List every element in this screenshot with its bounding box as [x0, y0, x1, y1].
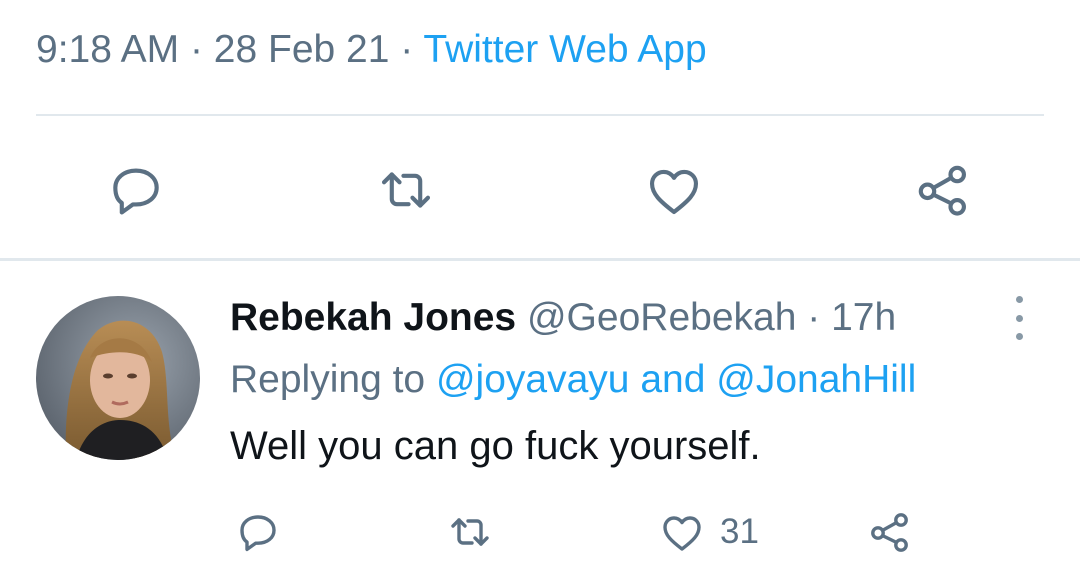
reply-header: Rebekah Jones @GeoRebekah · 17h [230, 290, 896, 346]
dot [1015, 314, 1023, 322]
like-button[interactable] [634, 150, 714, 230]
reply-icon [113, 168, 159, 215]
meta-separator: · [400, 28, 414, 71]
author-handle[interactable]: @GeoRebekah [527, 296, 796, 339]
tweet-action-bar [0, 150, 1080, 230]
share-icon [918, 165, 966, 216]
reply-timestamp[interactable]: 17h [831, 296, 896, 339]
replying-prefix: Replying to [230, 358, 426, 401]
mention-conjunction: and [640, 358, 706, 401]
share-icon [871, 513, 908, 552]
dot [1015, 296, 1023, 303]
author-name[interactable]: Rebekah Jones [230, 296, 516, 339]
share-button[interactable] [903, 150, 983, 230]
reply-reply-button[interactable] [234, 500, 282, 564]
reply-like-button[interactable]: 31 [658, 500, 759, 564]
reply-action-bar: 31 [0, 500, 1080, 564]
replying-to-line: Replying to @joyavayu and @JonahHill [230, 352, 916, 408]
dot [1015, 333, 1023, 340]
tweet-source-link[interactable]: Twitter Web App [423, 28, 706, 71]
header-separator: · [807, 296, 821, 339]
retweet-icon [451, 518, 489, 546]
like-icon [649, 169, 699, 215]
mention-jonahhill[interactable]: @JonahHill [716, 358, 916, 401]
reply-share-button[interactable] [866, 500, 914, 564]
reply-text: Well you can go fuck yourself. [230, 424, 761, 468]
tweet-date: 28 Feb 21 [213, 28, 390, 71]
mention-joyavayu[interactable]: @joyavayu [436, 358, 630, 401]
reply-icon [240, 515, 276, 552]
like-icon [663, 516, 701, 551]
divider [0, 258, 1080, 261]
retweet-button[interactable] [366, 150, 446, 230]
divider [36, 114, 1044, 116]
avatar[interactable] [36, 296, 200, 460]
profile-photo [36, 296, 200, 460]
reply-retweet-button[interactable] [446, 500, 494, 564]
more-options-icon[interactable] [1004, 296, 1034, 340]
retweet-icon [381, 172, 431, 208]
like-count: 31 [720, 512, 759, 551]
tweet-time: 9:18 AM [36, 28, 180, 71]
reply-button[interactable] [96, 150, 176, 230]
meta-separator: · [189, 28, 203, 71]
tweet-meta: 9:18 AM · 28 Feb 21 · Twitter Web App [36, 24, 707, 76]
